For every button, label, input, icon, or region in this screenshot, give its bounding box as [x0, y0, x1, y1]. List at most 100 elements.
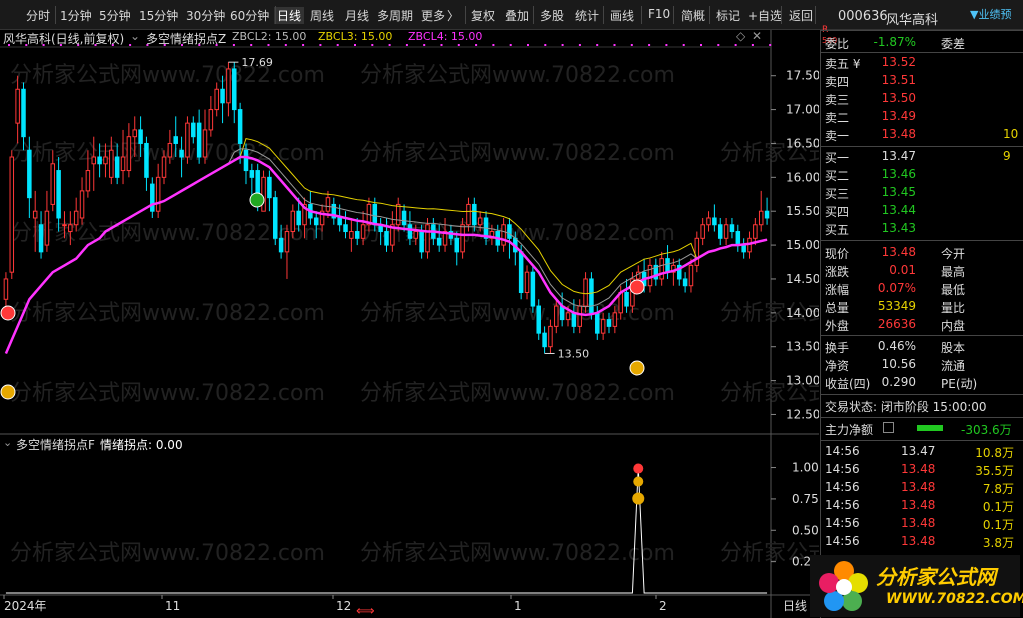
main-flow-value: -303.6万 — [961, 423, 1012, 437]
lower-indicator-name[interactable]: 多空情绪拐点F — [16, 436, 95, 453]
row-label-2: 股本 — [941, 341, 966, 355]
candle-body — [600, 319, 606, 334]
candle-body — [202, 129, 208, 158]
close-icon[interactable]: ✕ — [752, 29, 762, 43]
toolbar-item-2[interactable]: 5分钟 — [99, 7, 131, 24]
price-tick-label: 13.00 — [786, 374, 819, 388]
marker-dot — [527, 44, 529, 46]
lower-indicator-value: 情绪拐点: 0.00 — [100, 438, 183, 452]
marker-dot — [509, 44, 512, 46]
money-bag-icon — [0, 384, 16, 400]
row-value: 26636 — [877, 317, 916, 331]
main-flow-bar — [917, 425, 943, 431]
candle-body — [103, 156, 108, 165]
toolbar-item-16[interactable]: F10 — [648, 7, 670, 21]
candle-body — [85, 170, 91, 192]
kline-chart[interactable]: 分析家公式网www.70822.com 分析家公式网www.70822.com 分析… — [0, 30, 1023, 618]
candle-body — [196, 122, 202, 158]
toolbar-item-3[interactable]: 15分钟 — [139, 7, 178, 24]
toolbar-item-15[interactable]: 画线 — [610, 7, 634, 24]
candle-body — [753, 224, 758, 239]
marker-dot — [751, 44, 754, 46]
candle-body — [155, 176, 161, 212]
tick-price: 13.48 — [901, 480, 936, 494]
toolbar-item-19[interactable]: +自选 — [748, 7, 782, 24]
row-label: 卖五 ¥ — [825, 57, 861, 71]
candle-body — [472, 203, 477, 226]
candle-body — [272, 197, 278, 239]
chart-title: 风华高科(日线,前复权) — [3, 32, 125, 46]
candle-body — [401, 210, 407, 226]
toolbar-item-5[interactable]: 60分钟 — [230, 7, 269, 24]
tick-volume: 3.8万 — [982, 536, 1014, 550]
candle-body — [343, 224, 348, 233]
scroll-arrows-icon[interactable]: ⟺ — [356, 604, 375, 618]
row-value: 13.47 — [881, 149, 916, 163]
toolbar-item-7[interactable]: 周线 — [310, 7, 334, 24]
toolbar-item-11[interactable]: 复权 — [471, 7, 495, 24]
candle-body — [477, 217, 483, 226]
watermark: 分析家公式网www.70822.com — [10, 541, 325, 566]
candle-body — [577, 305, 582, 327]
toolbar-item-17[interactable]: 简概 — [681, 7, 705, 24]
candle-body — [249, 170, 255, 178]
row-label-2: PE(动) — [941, 377, 978, 391]
marker-dot — [267, 44, 270, 46]
weibi-row: 委比 -1.87% — [821, 34, 1023, 52]
candle-body — [700, 224, 705, 239]
app-window: { "toolbar":{"items":["分时","1分钟","5分钟","… — [0, 0, 1023, 618]
candle-body — [284, 231, 290, 253]
more-chevron-icon[interactable]: 〉 — [447, 7, 459, 24]
candle-body — [565, 312, 571, 321]
price-tick-label: 12.50 — [786, 407, 819, 421]
toolbar-item-9[interactable]: 多周期 — [377, 7, 413, 24]
toolbar-item-14[interactable]: 统计 — [575, 7, 599, 24]
candle-body — [56, 170, 61, 219]
time-label: 11 — [165, 599, 180, 613]
candle-body — [354, 231, 360, 239]
row-value: 13.48 — [881, 127, 916, 141]
marker-dot — [354, 44, 356, 46]
indicator-collapse-icon[interactable]: ⌄ — [130, 29, 140, 43]
candle-body — [50, 163, 56, 205]
marker-dot — [544, 44, 547, 46]
toolbar-item-10[interactable]: 更多 — [421, 7, 445, 24]
indicator-name[interactable]: 多空情绪拐点Z — [146, 30, 226, 47]
row-value: 0.01 — [889, 263, 916, 277]
tag-performance[interactable]: ▼业绩预 — [970, 6, 1022, 22]
marker-dot — [232, 44, 235, 46]
candle-body — [138, 129, 143, 144]
marker-dot — [319, 44, 322, 46]
toolbar-item-8[interactable]: 月线 — [345, 7, 369, 24]
toolbar-item-12[interactable]: 叠加 — [505, 7, 529, 24]
lower-collapse-icon[interactable]: ⌄ — [3, 436, 12, 449]
candle-body — [723, 224, 729, 239]
money-bag-icon — [629, 360, 645, 376]
peak-diamond-icon — [633, 476, 644, 487]
candle-body — [150, 183, 155, 212]
toolbar-item-6[interactable]: 日线 — [274, 7, 305, 24]
tick-time: 14:56 — [825, 516, 860, 530]
candle-body — [501, 224, 506, 246]
candle-body — [384, 231, 389, 246]
toolbar-item-13[interactable]: 多股 — [540, 7, 564, 24]
row-label: 涨幅 — [825, 283, 850, 297]
toolbar-item-18[interactable]: 标记 — [716, 7, 740, 24]
row-label: 换手 — [825, 341, 850, 355]
toolbar-separator — [815, 6, 816, 24]
marker-dot — [250, 44, 253, 46]
toolbar-item-0[interactable]: 分时 — [26, 7, 50, 24]
candle-body — [349, 231, 354, 239]
toolbar-item-4[interactable]: 30分钟 — [186, 7, 225, 24]
toolbar-item-20[interactable]: 返回 — [789, 7, 813, 24]
zbcl2-label: ZBCL2: 15.00 — [232, 30, 307, 43]
logo-url: WWW.70822.COM — [886, 591, 1023, 607]
list-icon[interactable] — [883, 422, 894, 433]
tick-volume: 35.5万 — [975, 464, 1014, 478]
settings-diamond-icon[interactable]: ◇ — [736, 29, 745, 43]
candle-body — [706, 217, 711, 226]
period-label[interactable]: 日线 — [783, 597, 807, 614]
toolbar-item-1[interactable]: 1分钟 — [60, 7, 92, 24]
tick-volume: 10.8万 — [975, 446, 1014, 460]
candle-body — [3, 278, 9, 300]
